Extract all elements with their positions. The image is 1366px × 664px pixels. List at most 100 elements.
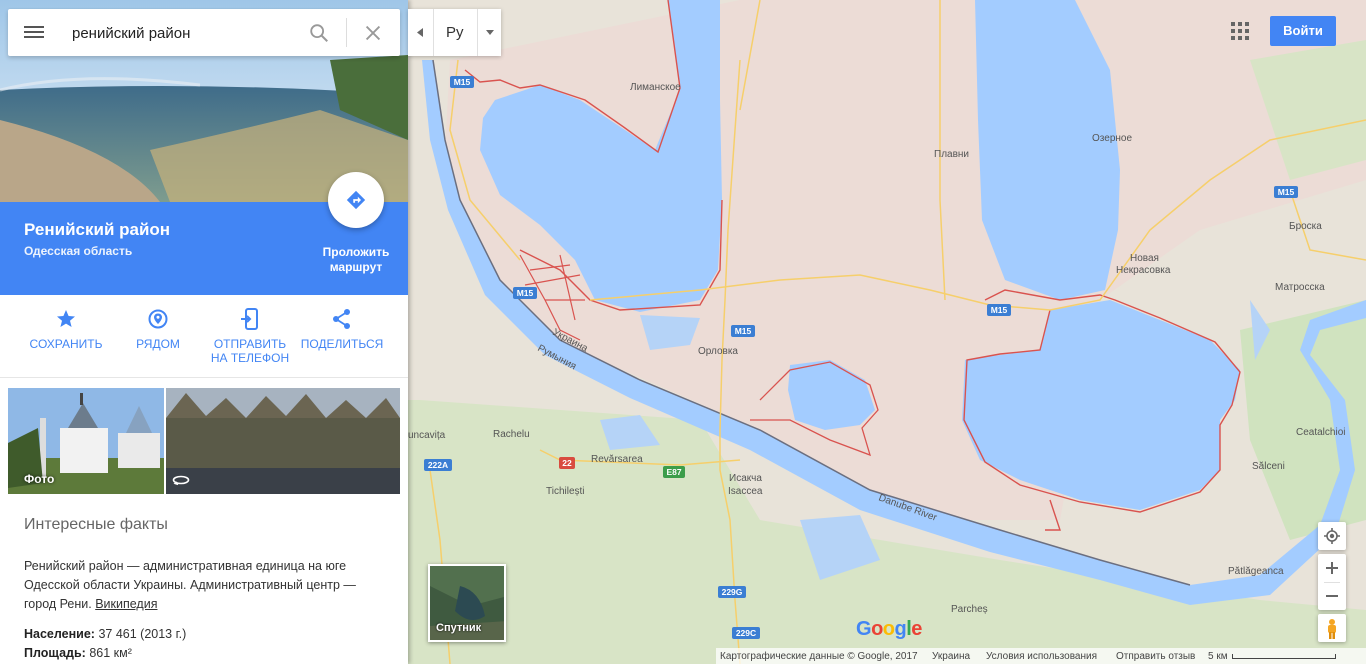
my-location-button[interactable]	[1318, 522, 1346, 550]
send-to-phone-icon	[241, 308, 258, 330]
map-footer: Картографические данные © Google, 2017 У…	[716, 648, 1366, 664]
nearby-label: РЯДОМ	[136, 337, 180, 351]
label-parches: Parcheș	[951, 604, 988, 615]
search-icon[interactable]	[308, 22, 330, 44]
search-input[interactable]	[72, 21, 292, 45]
label-isaccea: Isaccea	[728, 486, 763, 497]
label-rachelu: Rachelu	[493, 429, 530, 440]
label-tichilesti: Tichilești	[546, 486, 585, 497]
save-label: СОХРАНИТЬ	[29, 337, 103, 351]
star-icon	[57, 310, 75, 327]
photo-strip: Фото	[8, 388, 400, 494]
feedback-link[interactable]: Отправить отзыв	[1116, 651, 1195, 662]
apps-grid-icon[interactable]	[1230, 21, 1250, 41]
label-revarsarea: Revărsarea	[591, 454, 643, 465]
label-ceatalchioi: Ceatalchioi	[1296, 427, 1345, 438]
road-shield-e87: E87	[663, 466, 685, 478]
share-icon	[333, 309, 350, 329]
svg-text:22: 22	[562, 458, 572, 468]
label-matrosska: Матросска	[1275, 282, 1325, 293]
chevron-down-icon	[486, 30, 494, 35]
street-view-pegman[interactable]	[1318, 614, 1346, 642]
save-button[interactable]: СОХРАНИТЬ	[21, 307, 111, 351]
svg-text:E87: E87	[666, 467, 681, 477]
zoom-out-button[interactable]	[1318, 582, 1346, 610]
road-shield-m15-a: M15	[450, 76, 474, 88]
google-logo-letter: o	[871, 618, 883, 640]
road-shield-m15-b: M15	[513, 287, 537, 299]
language-control: Ру	[408, 9, 501, 56]
terms-link[interactable]: Условия использования	[986, 651, 1097, 662]
country-link[interactable]: Украина	[932, 651, 970, 662]
road-shield-m15-e: M15	[1274, 186, 1298, 198]
pegman-icon	[1328, 619, 1336, 639]
road-shield-222a: 222A	[424, 459, 452, 471]
send-to-phone-label: ОТПРАВИТЬ НА ТЕЛЕФОН	[210, 337, 290, 365]
photos-label: Фото	[24, 472, 55, 486]
scale-label[interactable]: 5 км	[1208, 651, 1228, 662]
place-title: Ренийский район	[24, 220, 171, 239]
photo-thumbnail-church[interactable]: Фото	[8, 388, 164, 494]
fact-area: Площадь: 861 км²	[24, 646, 132, 660]
facts-title: Интересные факты	[24, 516, 168, 533]
label-isakcha: Исакча	[729, 473, 762, 484]
label-novaya: Новая	[1130, 253, 1159, 264]
svg-text:M15: M15	[991, 305, 1008, 315]
satellite-toggle[interactable]: Спутник	[428, 564, 506, 642]
language-dropdown-button[interactable]	[477, 9, 501, 56]
share-button[interactable]: ПОДЕЛИТЬСЯ	[297, 307, 387, 351]
wikipedia-link[interactable]: Википедия	[95, 597, 157, 611]
close-icon[interactable]	[362, 22, 384, 44]
menu-button[interactable]	[24, 23, 46, 41]
label-patlageanca: Pătlăgeanca	[1228, 566, 1284, 577]
photo-thumbnail-reeds[interactable]	[166, 388, 400, 494]
road-shield-m15-c: M15	[731, 325, 755, 337]
scale-bar	[1232, 654, 1336, 659]
population-label: Население:	[24, 627, 95, 641]
directions-button[interactable]	[328, 172, 384, 228]
collapse-arrow-icon	[417, 28, 423, 37]
action-bar: СОХРАНИТЬ РЯДОМ ОТПРАВИТЬ НА ТЕЛЕФОН ПОД…	[0, 295, 408, 378]
label-limanskoe: Лиманское	[630, 82, 681, 93]
my-location-icon	[1324, 528, 1340, 544]
google-logo-letter: G	[856, 618, 872, 640]
zoom-in-button[interactable]	[1318, 554, 1346, 582]
directions-icon	[346, 190, 366, 210]
fact-population: Население: 37 461 (2013 г.)	[24, 627, 186, 641]
svg-text:222A: 222A	[428, 460, 448, 470]
share-label: ПОДЕЛИТЬСЯ	[300, 337, 384, 351]
directions-label[interactable]: Проложить маршрут	[312, 245, 400, 275]
panorama-icon	[172, 475, 190, 486]
search-box	[8, 9, 400, 56]
label-orlovka: Орловка	[698, 346, 738, 357]
svg-text:M15: M15	[517, 288, 534, 298]
svg-text:M15: M15	[454, 77, 471, 87]
label-uncavita: uncavița	[408, 430, 446, 441]
minus-icon	[1326, 595, 1338, 597]
google-logo-letter: e	[911, 618, 922, 640]
zoom-control	[1318, 554, 1346, 610]
send-to-phone-button[interactable]: ОТПРАВИТЬ НА ТЕЛЕФОН	[205, 307, 295, 365]
place-subtitle: Одесская область	[24, 244, 133, 258]
area-value: 861 км²	[89, 646, 132, 660]
plus-icon	[1326, 562, 1338, 574]
place-panel: Ренийский район Одесская область Проложи…	[0, 0, 408, 664]
road-shield-m15-d: M15	[987, 304, 1011, 316]
svg-text:229C: 229C	[736, 628, 756, 638]
satellite-label: Спутник	[436, 622, 482, 634]
hamburger-icon	[24, 26, 44, 28]
label-salceni: Sălceni	[1252, 461, 1285, 472]
label-nekrasovka: Некрасовка	[1116, 265, 1171, 276]
nearby-pin-icon	[148, 309, 168, 329]
login-button[interactable]: Войти	[1270, 16, 1336, 46]
road-shield-22: 22	[559, 457, 575, 469]
svg-text:229G: 229G	[722, 587, 743, 597]
language-label[interactable]: Ру	[446, 24, 464, 41]
google-logo-letter: o	[882, 618, 895, 640]
nearby-button[interactable]: РЯДОМ	[113, 307, 203, 351]
area-label: Площадь:	[24, 646, 86, 660]
collapse-panel-button[interactable]	[408, 9, 434, 56]
google-logo-letter: g	[894, 618, 907, 640]
road-shield-229g: 229G	[718, 586, 746, 598]
facts-text: Ренийский район — административная едини…	[24, 557, 384, 614]
